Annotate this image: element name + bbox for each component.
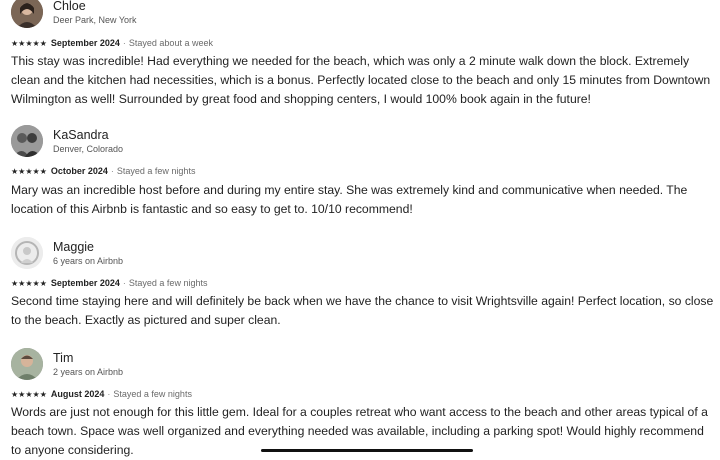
separator-dot: · — [122, 38, 126, 48]
avatar[interactable] — [11, 125, 43, 157]
review-meta: ★★★★★ October 2024 · Stayed a few nights — [11, 166, 195, 176]
reviewer-subtitle: Denver, Colorado — [53, 144, 124, 154]
rating-stars: ★★★★★ — [11, 39, 47, 48]
reviewer-name[interactable]: Chloe — [53, 0, 86, 13]
stay-duration: Stayed about a week — [128, 38, 213, 48]
review-text: Mary was an incredible host before and d… — [11, 183, 688, 216]
rating-stars: ★★★★★ — [11, 279, 47, 288]
reviewer-name[interactable]: KaSandra — [53, 128, 109, 142]
avatar[interactable] — [11, 348, 43, 380]
stay-duration: Stayed a few nights — [116, 166, 196, 176]
review-text: This stay was incredible! Had everything… — [11, 54, 711, 106]
review-text: Second time staying here and will defini… — [11, 294, 714, 327]
rating-stars: ★★★★★ — [11, 390, 47, 399]
stay-duration: Stayed a few nights — [128, 278, 208, 288]
separator-dot: · — [107, 389, 111, 399]
separator-dot: · — [110, 166, 114, 176]
rating-stars: ★★★★★ — [11, 167, 47, 176]
reviewer-subtitle: Deer Park, New York — [53, 15, 137, 25]
review-meta: ★★★★★ August 2024 · Stayed a few nights — [11, 389, 192, 399]
review-date: September 2024 — [50, 38, 120, 48]
review-date: August 2024 — [50, 389, 105, 399]
stay-duration: Stayed a few nights — [113, 389, 192, 399]
home-indicator[interactable] — [261, 449, 473, 452]
reviewer-name[interactable]: Tim — [53, 351, 73, 365]
avatar[interactable] — [11, 0, 43, 28]
review-meta: ★★★★★ September 2024 · Stayed a few nights — [11, 278, 207, 288]
review-date: October 2024 — [50, 166, 108, 176]
review-meta: ★★★★★ September 2024 · Stayed about a week — [11, 38, 213, 48]
reviewer-name[interactable]: Maggie — [53, 240, 94, 254]
avatar[interactable] — [11, 237, 43, 269]
review-date: September 2024 — [50, 278, 120, 288]
reviewer-subtitle: 2 years on Airbnb — [53, 367, 124, 377]
reviewer-subtitle: 6 years on Airbnb — [53, 256, 124, 266]
separator-dot: · — [122, 278, 126, 288]
